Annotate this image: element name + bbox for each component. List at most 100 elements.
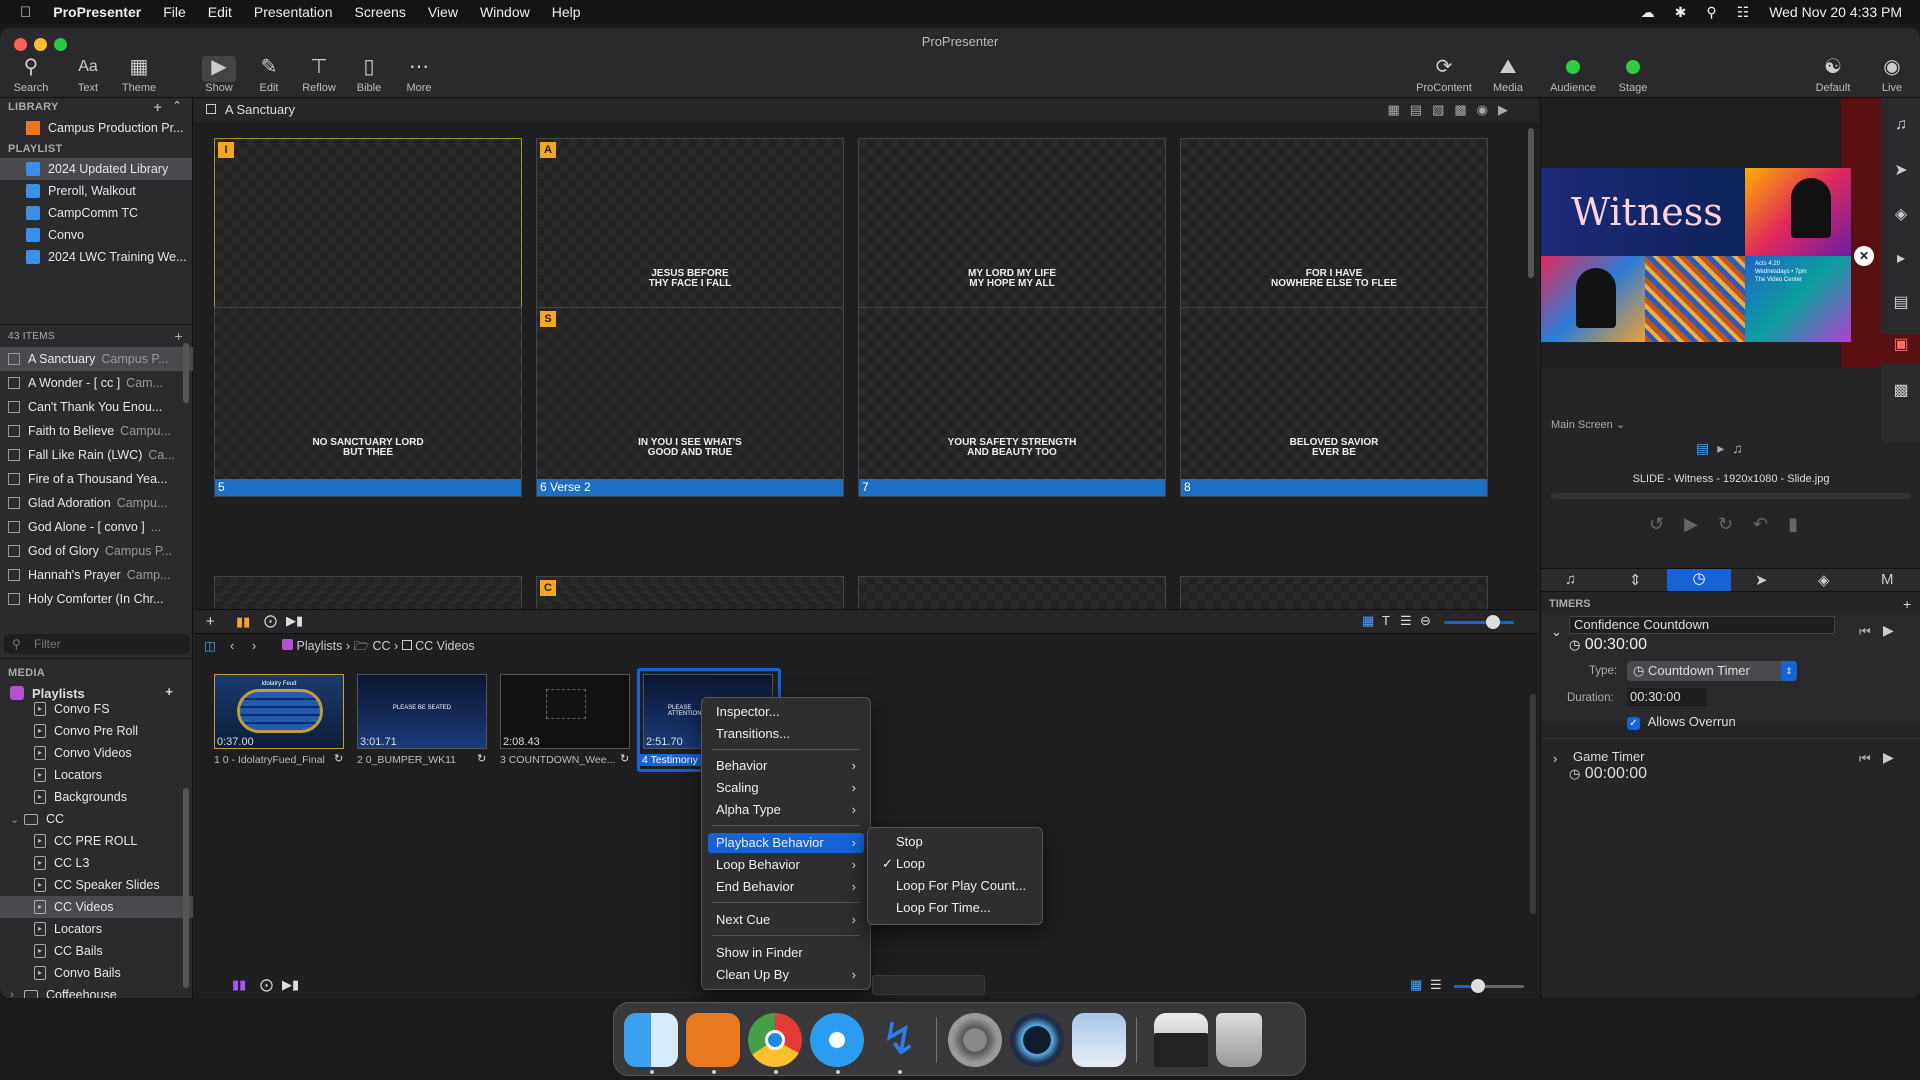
breadcrumb-cc[interactable]: CC [372,639,390,653]
default-button[interactable]: ☯ Default [1803,56,1863,94]
menu-view[interactable]: View [428,4,458,20]
menu-edit[interactable]: Edit [208,4,232,20]
quicktime-icon[interactable] [1010,1013,1064,1067]
stage-tab[interactable]: ⇕ [1629,571,1642,589]
reset-timer-icon[interactable]: ⏮ [1859,624,1871,640]
procontent-button[interactable]: ⟳ ProContent [1412,56,1476,94]
submenu-item-loop-for-time[interactable]: Loop For Time... [874,898,1036,918]
menu-item-loop-behavior[interactable]: Loop Behavior › [708,855,864,875]
menu-item-next-cue[interactable]: Next Cue › [708,910,864,930]
slide-thumbnail[interactable]: I1 Intro [214,138,522,328]
playlist-item[interactable]: CampComm TC [0,202,192,224]
media-playlist-item[interactable]: ▸ CC PRE ROLL [0,830,193,852]
audience-button[interactable]: Audience [1543,56,1603,94]
playlist-item[interactable]: 2024 LWC Training We... [0,246,192,268]
screen-selector[interactable]: Main Screen ⌄ [1551,418,1625,431]
add-timer-icon[interactable]: + [1903,596,1911,612]
slide-thumbnail[interactable]: AJESUS BEFORE THY FACE I FALL2 Verse 1 [536,138,844,328]
slide-thumbnail[interactable]: YOUR SAFETY STRENGTH AND BEAUTY TOO 7 [858,307,1166,497]
media-playlist-item[interactable]: ▸ CC Bails [0,940,193,962]
preview-app-icon[interactable] [1072,1013,1126,1067]
menu-item-clean-up-by[interactable]: Clean Up By › [708,965,864,985]
submenu-item-loop-play-count[interactable]: Loop For Play Count... [874,876,1036,896]
media-list-icon[interactable]: ☰ [1430,977,1442,993]
playlist-item[interactable]: 2024 Updated Library [0,158,192,180]
add-media-playlist-icon[interactable]: + [165,684,173,699]
slide-view-icon[interactable]: ▮▮ [236,614,250,630]
song-item[interactable]: Holy Comforter (In Chr... [0,587,193,611]
menu-item-playback-behavior[interactable]: Playback Behavior › [708,833,864,853]
back-icon[interactable]: ‹ [230,634,234,658]
slide-thumbnail[interactable]: MY LORD MY LIFE MY HOPE MY ALL3 [858,138,1166,328]
audio-layer-icon[interactable]: ♫ [1881,116,1920,134]
slides-scrollbar[interactable] [1528,128,1534,278]
media-grid-icon[interactable]: ▦ [1410,977,1422,993]
menu-item-behavior[interactable]: Behavior › [708,756,864,776]
rewind-icon[interactable]: ↺ [1649,514,1684,534]
marker-icon[interactable]: ▮ [1788,514,1818,534]
menu-item-show-in-finder[interactable]: Show in Finder [708,943,864,963]
media-skip-icon[interactable]: ▶▮ [282,977,299,993]
control-center-icon[interactable]: ☷ [1737,4,1750,21]
filter-field[interactable]: ⚲ Filter [4,634,190,654]
media-thumbnail[interactable]: Idolatry Feud 0:37.00 [214,674,344,749]
song-item[interactable]: God of Glory Campus P... [0,539,193,563]
apple-icon[interactable]:  [20,4,31,21]
announcement-tab-icon[interactable]: ▸ [1717,440,1732,456]
duration-field[interactable]: 00:30:00 [1627,688,1707,706]
menu-item-alpha-type[interactable]: Alpha Type › [708,800,864,820]
menu-window[interactable]: Window [480,4,530,20]
reset-timer-icon[interactable]: ⏮ [1859,751,1871,767]
timer-name-field[interactable]: Confidence Countdown [1569,616,1835,634]
playback-progress[interactable] [1551,493,1911,499]
media-shuffle-icon[interactable]: ⨀ [260,977,273,993]
media-folder-item[interactable]: › Coffeehouse [0,984,193,998]
media-playlist-item[interactable]: ▸ Locators [0,764,193,786]
media-playlist-item[interactable]: ▸ Convo Bails [0,962,193,984]
add-item-icon[interactable]: + [175,328,183,344]
song-item[interactable]: A Wonder - [ cc ] Cam... [0,371,193,395]
slide-thumbnail[interactable]: FOR I HAVE NOWHERE ELSE TO FLEE4 [1180,138,1488,328]
chevron-right-icon[interactable]: › [10,989,24,998]
song-item[interactable]: God Alone - [ convo ]... [0,515,193,539]
breadcrumb-cc-videos[interactable]: CC Videos [415,639,475,653]
messages-tab[interactable]: ➤ [1755,571,1768,589]
media-playlist-item[interactable]: ▸ CC L3 [0,852,193,874]
allows-overrun-checkbox[interactable]: ✓ [1627,717,1640,730]
song-item[interactable]: Can't Thank You Enou... [0,395,193,419]
live-button[interactable]: ◉ Live [1862,56,1920,94]
media-playlists-row[interactable]: Playlists + [0,682,193,704]
media-playlist-item[interactable]: ▸ Convo Videos [0,742,193,764]
menu-help[interactable]: Help [552,4,581,20]
propresenter-dock-icon[interactable] [686,1013,740,1067]
media-folder-item[interactable]: ⌄ CC [0,808,193,830]
system-settings-icon[interactable] [948,1013,1002,1067]
play-icon[interactable]: ▶ [1684,514,1718,534]
menu-presentation[interactable]: Presentation [254,4,333,20]
menu-item-scaling[interactable]: Scaling › [708,778,864,798]
breadcrumb-playlists[interactable]: Playlists [296,639,342,653]
audio-tab[interactable]: ♫ [1565,571,1576,588]
forward-icon[interactable]: › [252,634,256,658]
more-button[interactable]: ⋯ More [389,56,449,94]
chrome-icon[interactable] [748,1013,802,1067]
start-timer-icon[interactable]: ▶ [1883,749,1894,766]
announcements-layer-icon[interactable]: ▸ [1881,248,1920,268]
library-item[interactable]: Campus Production Pr... [0,116,192,140]
slide-thumbnail[interactable]: BELOVED SAVIOR EVER BE 8 [1180,307,1488,497]
list-view-icon[interactable]: ☰ [1400,613,1412,629]
submenu-item-stop[interactable]: Stop [874,832,1036,852]
song-item[interactable]: Faith to Believe Campu... [0,419,193,443]
props-layer-icon[interactable]: ◈ [1881,204,1920,224]
macros-tab[interactable]: M [1881,571,1894,588]
downloads-folder-icon[interactable] [1154,1013,1208,1067]
messages-layer-icon[interactable]: ➤ [1881,160,1920,180]
collapse-icon[interactable]: ⌃ [172,99,182,112]
zoom-slider-knob[interactable] [1486,615,1500,629]
media-thumbnail[interactable]: 2:08.43 [500,674,630,749]
slide-thumbnail[interactable]: NO SANCTUARY LORD BUT THEE 5 [214,307,522,497]
app-launcher-icon[interactable]: ↯ [872,1013,926,1067]
search-button[interactable]: ⚲ Search [1,56,61,94]
zoom-out-icon[interactable]: ⊖ [1420,613,1431,629]
safari-icon[interactable] [810,1013,864,1067]
